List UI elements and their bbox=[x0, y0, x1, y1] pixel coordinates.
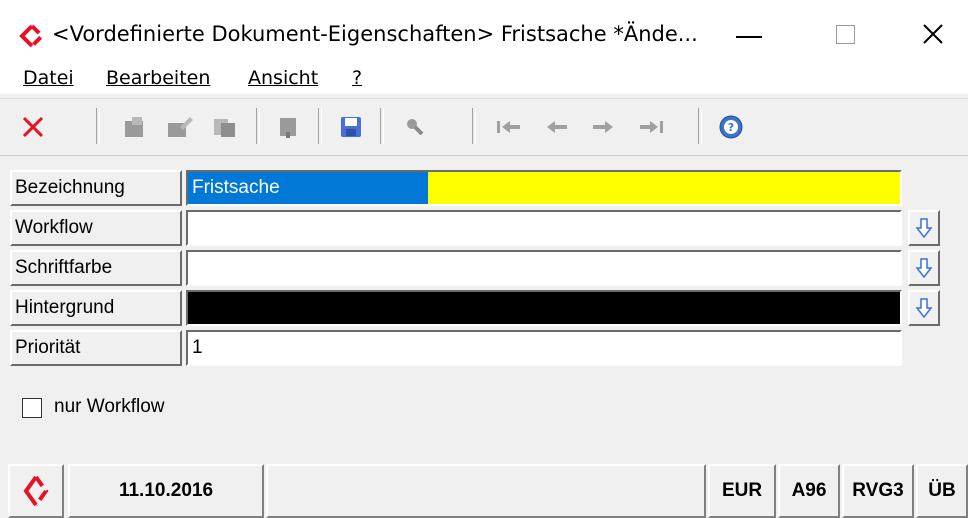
menu-ansicht[interactable]: Ansicht bbox=[248, 67, 318, 89]
arrow-down-icon bbox=[916, 258, 932, 278]
new-doc-icon[interactable] bbox=[120, 112, 150, 142]
status-code-ueb: ÜB bbox=[916, 464, 968, 518]
schriftfarbe-dropdown-button[interactable] bbox=[908, 250, 940, 286]
app-logo-icon bbox=[23, 475, 49, 507]
schriftfarbe-field[interactable] bbox=[186, 250, 902, 286]
nur-workflow-label: nur Workflow bbox=[54, 396, 165, 417]
minimize-button[interactable] bbox=[720, 14, 778, 54]
status-logo bbox=[8, 464, 64, 518]
window-title: <Vordefinierte Dokument-Eigenschaften> F… bbox=[52, 22, 698, 46]
copy-doc-icon[interactable] bbox=[210, 112, 240, 142]
toolbar-separator bbox=[698, 108, 702, 144]
toolbar-separator bbox=[380, 108, 384, 144]
bezeichnung-label: Bezeichnung bbox=[10, 170, 182, 206]
edit-doc-icon[interactable] bbox=[165, 112, 195, 142]
hintergrund-color-field[interactable] bbox=[186, 290, 902, 326]
hintergrund-label: Hintergrund bbox=[10, 290, 182, 326]
app-logo-icon bbox=[18, 24, 46, 48]
delete-doc-icon[interactable] bbox=[274, 112, 304, 142]
next-record-icon[interactable] bbox=[588, 112, 618, 142]
last-record-icon[interactable] bbox=[636, 112, 666, 142]
close-window-button[interactable] bbox=[904, 14, 962, 54]
close-icon bbox=[923, 24, 943, 44]
arrow-down-icon bbox=[916, 218, 932, 238]
help-icon[interactable]: ? bbox=[716, 112, 746, 142]
status-message bbox=[266, 464, 706, 518]
prev-record-icon[interactable] bbox=[542, 112, 572, 142]
schriftfarbe-label: Schriftfarbe bbox=[10, 250, 182, 286]
status-date: 11.10.2016 bbox=[68, 464, 264, 518]
save-icon[interactable] bbox=[336, 112, 366, 142]
svg-text:?: ? bbox=[728, 121, 734, 134]
bezeichnung-field[interactable]: Fristsache bbox=[186, 170, 902, 206]
menu-datei[interactable]: Datei bbox=[23, 67, 74, 89]
nur-workflow-checkbox[interactable] bbox=[22, 398, 42, 418]
hintergrund-dropdown-button[interactable] bbox=[908, 290, 940, 326]
workflow-dropdown-button[interactable] bbox=[908, 210, 940, 246]
workflow-label: Workflow bbox=[10, 210, 182, 246]
minimize-icon bbox=[736, 36, 762, 38]
prioritaet-field[interactable]: 1 bbox=[186, 330, 902, 366]
arrow-down-icon bbox=[916, 298, 932, 318]
search-icon[interactable] bbox=[400, 112, 430, 142]
cancel-x-icon[interactable] bbox=[18, 112, 48, 142]
menu-help[interactable]: ? bbox=[352, 67, 362, 89]
maximize-button[interactable] bbox=[816, 14, 874, 54]
status-code-rvg3: RVG3 bbox=[842, 464, 914, 518]
toolbar-separator bbox=[256, 108, 260, 144]
workflow-field[interactable] bbox=[186, 210, 902, 246]
toolbar-separator bbox=[318, 108, 322, 144]
status-currency: EUR bbox=[708, 464, 776, 518]
maximize-icon bbox=[835, 24, 855, 44]
status-code-a96: A96 bbox=[778, 464, 840, 518]
toolbar-separator bbox=[96, 108, 100, 144]
bezeichnung-selected-text: Fristsache bbox=[188, 172, 428, 204]
prioritaet-label: Priorität bbox=[10, 330, 182, 366]
menu-bearbeiten[interactable]: Bearbeiten bbox=[106, 67, 210, 89]
toolbar-separator bbox=[472, 108, 476, 144]
first-record-icon[interactable] bbox=[494, 112, 524, 142]
